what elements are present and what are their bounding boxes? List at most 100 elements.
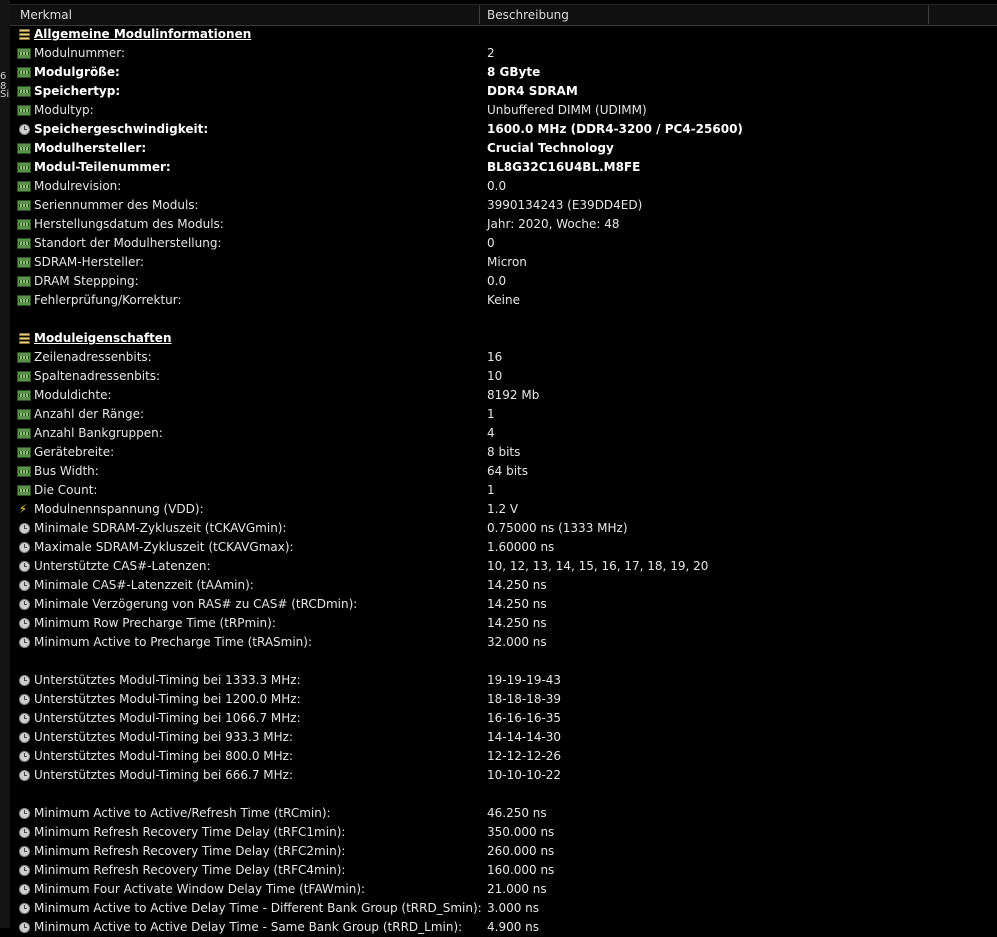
ram-module-icon (17, 143, 31, 154)
property-row[interactable]: Minimale CAS#-Latenzzeit (tAAmin): 14.250… (0, 576, 997, 595)
property-value: DDR4 SDRAM (487, 84, 578, 98)
property-row[interactable]: Minimum Row Precharge Time (tRPmin): 14.2… (0, 614, 997, 633)
property-label: Modul-Teilenummer: (34, 160, 171, 174)
property-row[interactable]: Fehlerprüfung/Korrektur: Keine (0, 291, 997, 310)
property-row[interactable]: Minimum Active to Precharge Time (tRASmi… (0, 633, 997, 652)
ram-module-icon (17, 181, 31, 192)
property-row[interactable]: Modulrevision: 0.0 (0, 177, 997, 196)
column-divider[interactable] (479, 6, 480, 24)
column-header-merkmal[interactable]: Merkmal (20, 5, 72, 25)
property-row[interactable]: Bus Width: 64 bits (0, 462, 997, 481)
property-row[interactable]: Minimum Refresh Recovery Time Delay (tRF… (0, 842, 997, 861)
property-row[interactable]: Unterstütztes Modul-Timing bei 800.0 MHz… (0, 747, 997, 766)
property-value: 32.000 ns (487, 635, 547, 649)
column-header-beschreibung[interactable]: Beschreibung (487, 5, 569, 25)
property-row[interactable]: Unterstütztes Modul-Timing bei 1200.0 MH… (0, 690, 997, 709)
property-row[interactable]: Speichertyp: DDR4 SDRAM (0, 82, 997, 101)
property-row[interactable]: Modultyp: Unbuffered DIMM (UDIMM) (0, 101, 997, 120)
property-label: Allgemeine Modulinformationen (34, 27, 252, 41)
property-row[interactable]: Minimum Refresh Recovery Time Delay (tRF… (0, 861, 997, 880)
property-row[interactable]: Minimum Four Activate Window Delay Time … (0, 880, 997, 899)
property-row[interactable]: Moduldichte: 8192 Mb (0, 386, 997, 405)
property-row[interactable]: Minimum Active to Active Delay Time - Di… (0, 899, 997, 918)
property-row[interactable]: Minimum Active to Active/Refresh Time (t… (0, 804, 997, 823)
property-label: Minimum Refresh Recovery Time Delay (tRF… (34, 844, 346, 858)
property-row[interactable]: Standort der Modulherstellung: 0 (0, 234, 997, 253)
database-icon (19, 333, 30, 344)
property-value: 10, 12, 13, 14, 15, 16, 17, 18, 19, 20 (487, 559, 709, 573)
property-row[interactable]: Minimale SDRAM-Zykluszeit (tCKAVGmin): 0.… (0, 519, 997, 538)
ram-module-icon (17, 238, 31, 249)
property-row[interactable]: DRAM Steppping: 0.0 (0, 272, 997, 291)
property-value: BL8G32C16U4BL.M8FE (487, 160, 641, 174)
property-value: 10 (487, 369, 503, 383)
property-value: 0 (487, 236, 495, 250)
property-row[interactable]: Modulgröße: 8 GByte (0, 63, 997, 82)
clock-icon (19, 523, 30, 534)
column-header: Merkmal Beschreibung (10, 4, 997, 26)
property-row[interactable]: Zeilenadressenbits: 16 (0, 348, 997, 367)
property-value: 8192 Mb (487, 388, 540, 402)
property-row[interactable]: Spaltenadressenbits: 10 (0, 367, 997, 386)
property-row[interactable]: Modulhersteller: Crucial Technology (0, 139, 997, 158)
property-label: DRAM Steppping: (34, 274, 139, 288)
ram-module-icon (17, 276, 31, 287)
ram-module-icon (17, 295, 31, 306)
property-label: Bus Width: (34, 464, 99, 478)
property-label: Unterstütztes Modul-Timing bei 666.7 MHz… (34, 768, 294, 782)
property-value: 350.000 ns (487, 825, 555, 839)
property-label: Modulgröße: (34, 65, 120, 79)
property-row[interactable]: Seriennummer des Moduls: 3990134243 (E39D… (0, 196, 997, 215)
clock-icon (19, 865, 30, 876)
property-value: 160.000 ns (487, 863, 555, 877)
property-row[interactable]: Gerätebreite: 8 bits (0, 443, 997, 462)
property-value: 8 GByte (487, 65, 541, 79)
property-row[interactable]: Unterstütztes Modul-Timing bei 1333.3 MH… (0, 671, 997, 690)
ram-module-icon (17, 409, 31, 420)
property-value: 16 (487, 350, 503, 364)
property-value: 2 (487, 46, 495, 60)
property-row[interactable]: Herstellungsdatum des Moduls: Jahr: 2020,… (0, 215, 997, 234)
ram-module-icon (17, 67, 31, 78)
property-value: 1600.0 MHz (DDR4-3200 / PC4-25600) (487, 122, 743, 136)
clock-icon (19, 827, 30, 838)
property-row[interactable]: Unterstütztes Modul-Timing bei 1066.7 MH… (0, 709, 997, 728)
property-row[interactable]: Die Count: 1 (0, 481, 997, 500)
property-value: 21.000 ns (487, 882, 547, 896)
section-header[interactable]: Moduleigenschaften (0, 329, 997, 348)
property-label: Minimum Four Activate Window Delay Time … (34, 882, 366, 896)
property-row[interactable]: Modulnummer: 2 (0, 44, 997, 63)
property-label: Die Count: (34, 483, 98, 497)
property-value: 18-18-18-39 (487, 692, 562, 706)
clock-icon (19, 637, 30, 648)
property-label: Minimale SDRAM-Zykluszeit (tCKAVGmin): (34, 521, 287, 535)
property-row[interactable]: Unterstützte CAS#-Latenzen: 10, 12, 13, 1… (0, 557, 997, 576)
property-value: 46.250 ns (487, 806, 547, 820)
property-row[interactable]: Unterstütztes Modul-Timing bei 666.7 MHz… (0, 766, 997, 785)
property-row[interactable]: Minimale Verzögerung von RAS# zu CAS# (t… (0, 595, 997, 614)
property-row[interactable]: Modul-Teilenummer: BL8G32C16U4BL.M8FE (0, 158, 997, 177)
property-value: Jahr: 2020, Woche: 48 (487, 217, 620, 231)
property-value: 1 (487, 483, 495, 497)
clock-icon (19, 542, 30, 553)
property-row[interactable]: Anzahl der Ränge: 1 (0, 405, 997, 424)
property-row[interactable]: Speichergeschwindigkeit: 1600.0 MHz (DDR4… (0, 120, 997, 139)
property-label: Moduldichte: (34, 388, 112, 402)
property-row[interactable]: Anzahl Bankgruppen: 4 (0, 424, 997, 443)
spacer-row (0, 652, 997, 671)
property-label: Moduleigenschaften (34, 331, 172, 345)
property-label: Unterstütztes Modul-Timing bei 1066.7 MH… (34, 711, 301, 725)
property-row[interactable]: ⚡ Modulnennspannung (VDD): 1.2 V (0, 500, 997, 519)
property-row[interactable]: Maximale SDRAM-Zykluszeit (tCKAVGmax): 1.… (0, 538, 997, 557)
section-header[interactable]: Allgemeine Modulinformationen (0, 25, 997, 44)
property-label: Minimum Active to Active Delay Time - Di… (34, 901, 482, 915)
clock-icon (19, 846, 30, 857)
property-row[interactable]: Unterstütztes Modul-Timing bei 933.3 MHz… (0, 728, 997, 747)
column-divider[interactable] (928, 6, 929, 24)
property-label: SDRAM-Hersteller: (34, 255, 145, 269)
ram-module-icon (17, 485, 31, 496)
property-label: Unterstütztes Modul-Timing bei 1200.0 MH… (34, 692, 301, 706)
ram-module-icon (17, 86, 31, 97)
property-row[interactable]: Minimum Refresh Recovery Time Delay (tRF… (0, 823, 997, 842)
property-row[interactable]: SDRAM-Hersteller: Micron (0, 253, 997, 272)
